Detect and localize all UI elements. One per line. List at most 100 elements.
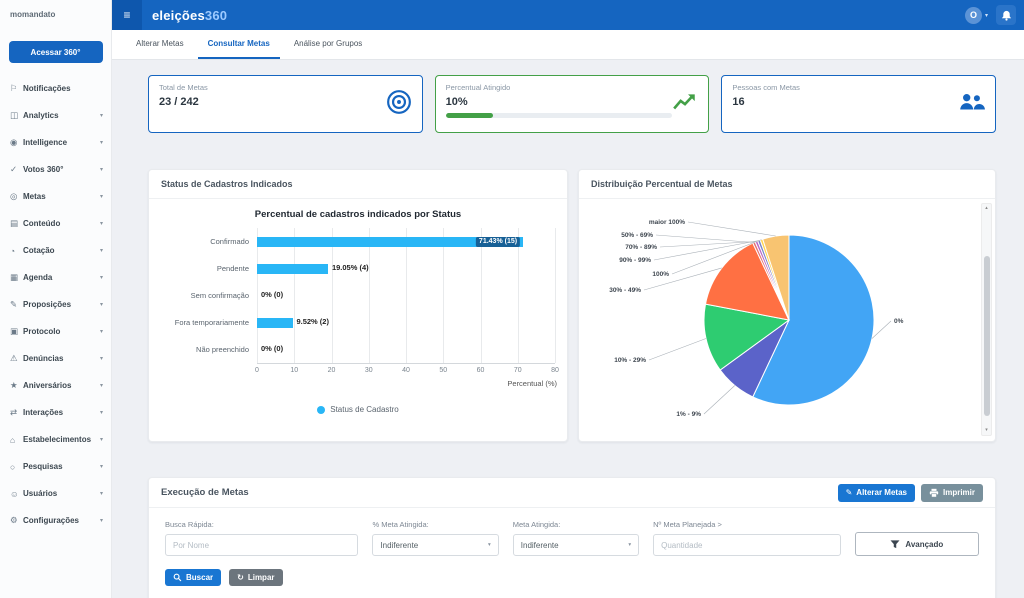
sidebar-item-estabelecimentos[interactable]: ⌂Estabelecimentos▾	[0, 426, 111, 453]
search-button[interactable]: Buscar	[165, 569, 221, 586]
scrollbar-thumb[interactable]	[984, 256, 990, 416]
bar	[257, 264, 328, 274]
target-icon	[386, 89, 412, 120]
category-label: Sem confirmação	[161, 282, 249, 309]
bell-icon	[1001, 10, 1012, 21]
chevron-down-icon: ▾	[100, 436, 103, 443]
sidebar-item-votos-360[interactable]: ✓Votos 360°▾	[0, 156, 111, 183]
leader-line	[688, 222, 776, 236]
sidebar-item-analytics[interactable]: ◫Analytics▾	[0, 102, 111, 129]
sidebar-item-label: Votos 360°	[23, 165, 98, 174]
printer-icon	[929, 488, 939, 498]
tab-consultar-metas[interactable]: Consultar Metas	[198, 30, 280, 59]
meta-atingida-select[interactable]: Indiferente ▾	[513, 534, 639, 556]
category-label: Pendente	[161, 255, 249, 282]
percent-meta-select[interactable]: Indiferente ▾	[372, 534, 498, 556]
alter-metas-button[interactable]: ✎ Alterar Metas	[838, 484, 915, 502]
advanced-button[interactable]: Avançado	[855, 532, 979, 556]
legend-dot	[317, 406, 325, 414]
pie-label: 30% - 49%	[609, 287, 641, 294]
sidebar-item-pesquisas[interactable]: ○Pesquisas▾	[0, 453, 111, 480]
sidebar-item-conteudo[interactable]: ▤Conteúdo▾	[0, 210, 111, 237]
card-value: 23 / 242	[159, 96, 386, 108]
app-root: momandato Acessar 360° ⚐Notificações◫Ana…	[0, 0, 1024, 598]
x-tick-label: 10	[282, 367, 306, 374]
grid-line	[518, 228, 519, 363]
scroll-down-icon[interactable]: ▾	[982, 426, 991, 435]
leader-line	[649, 339, 706, 361]
chevron-down-icon: ▾	[100, 166, 103, 173]
leader-line	[656, 235, 754, 243]
search-icon: ○	[10, 462, 23, 472]
stat-card-total-metas: Total de Metas 23 / 242	[148, 75, 423, 133]
grid-line	[369, 228, 370, 363]
meta-atingida-field: Meta Atingida: Indiferente ▾	[513, 520, 639, 556]
button-label: Imprimir	[943, 488, 975, 497]
x-tick-label: 60	[469, 367, 493, 374]
calendar-icon: ▦	[10, 272, 23, 283]
tab-alterar-metas[interactable]: Alterar Metas	[126, 30, 194, 59]
card-value: 10%	[446, 96, 673, 108]
top-header: ≡ eleições360 O ▾	[112, 0, 1024, 30]
sidebar-item-interacoes[interactable]: ⇄Interações▾	[0, 399, 111, 426]
sidebar-item-protocolo[interactable]: ▣Protocolo▾	[0, 318, 111, 345]
sidebar-item-agenda[interactable]: ▦Agenda▾	[0, 264, 111, 291]
pie-label: 0%	[894, 318, 904, 325]
document-icon: ▤	[10, 218, 23, 229]
people-icon	[957, 92, 985, 117]
pie-icon: ◔	[10, 246, 23, 256]
pie-panel-scrollbar[interactable]: ▴ ▾	[981, 203, 992, 436]
sidebar-item-aniversarios[interactable]: ★Aniversários▾	[0, 372, 111, 399]
pie-label: 100%	[652, 271, 669, 278]
quick-search-input[interactable]	[165, 534, 358, 556]
user-menu[interactable]: O ▾	[965, 7, 988, 24]
chevron-down-icon: ▾	[100, 463, 103, 470]
chevron-down-icon: ▾	[100, 193, 103, 200]
sidebar-item-cotacao[interactable]: ◔Cotação▾	[0, 237, 111, 264]
bar-value-label: 19.05% (4)	[332, 263, 369, 272]
clear-button[interactable]: ↻ Limpar	[229, 569, 282, 586]
edit-icon: ✎	[846, 488, 853, 497]
sidebar-item-denuncias[interactable]: ⚠Denúncias▾	[0, 345, 111, 372]
leader-line	[704, 386, 735, 415]
menu-toggle-button[interactable]: ≡	[112, 0, 142, 30]
sidebar-item-label: Metas	[23, 192, 98, 201]
stat-card-pessoas-com-metas: Pessoas com Metas 16	[721, 75, 996, 133]
field-label: Nº Meta Planejada >	[653, 520, 841, 529]
brand-primary: eleições	[152, 8, 205, 23]
bar-chart-legend: Status de Cadastro	[149, 405, 567, 414]
x-tick-label: 50	[431, 367, 455, 374]
print-button[interactable]: Imprimir	[921, 484, 983, 502]
sidebar-item-intelligence[interactable]: ◉Intelligence▾	[0, 129, 111, 156]
chevron-down-icon: ▾	[100, 274, 103, 281]
execution-buttons: Buscar ↻ Limpar	[149, 556, 995, 598]
bar-chart: Percentual (%) 01020304050607080Confirma…	[161, 228, 555, 397]
sidebar-item-notificacoes[interactable]: ⚐Notificações	[0, 75, 111, 102]
access-360-button[interactable]: Acessar 360°	[9, 41, 103, 63]
sidebar-item-usuarios[interactable]: ☺Usuários▾	[0, 480, 111, 507]
legend-label: Status de Cadastro	[330, 405, 398, 414]
notifications-button[interactable]	[996, 5, 1016, 25]
x-tick-label: 70	[506, 367, 530, 374]
sidebar-item-proposicoes[interactable]: ✎Proposições▾	[0, 291, 111, 318]
sidebar-logo: momandato	[0, 8, 111, 25]
scroll-up-icon[interactable]: ▴	[982, 204, 991, 213]
sidebar-item-label: Cotação	[23, 246, 98, 255]
tab-an-lise-por-grupos[interactable]: Análise por Grupos	[284, 30, 372, 59]
sidebar-item-metas[interactable]: ◎Metas▾	[0, 183, 111, 210]
execution-filters: Busca Rápida: % Meta Atingida: Indiferen…	[149, 508, 995, 556]
status-panel: Status de Cadastros Indicados Percentual…	[148, 169, 568, 442]
progress-fill	[446, 113, 494, 118]
pencil-icon: ✎	[10, 299, 23, 310]
header-right: O ▾	[965, 5, 1024, 25]
sidebar-item-configuracoes[interactable]: ⚙Configurações▾	[0, 507, 111, 534]
meta-planejada-input[interactable]	[653, 534, 841, 556]
chevron-down-icon: ▾	[100, 112, 103, 119]
bar-value-label: 71.43% (15)	[476, 237, 520, 247]
chevron-down-icon: ▾	[100, 382, 103, 389]
chevron-down-icon: ▾	[100, 301, 103, 308]
sidebar-item-label: Usuários	[23, 489, 98, 498]
sidebar-item-label: Denúncias	[23, 354, 98, 363]
filter-icon	[890, 540, 900, 549]
sidebar-item-label: Intelligence	[23, 138, 98, 147]
